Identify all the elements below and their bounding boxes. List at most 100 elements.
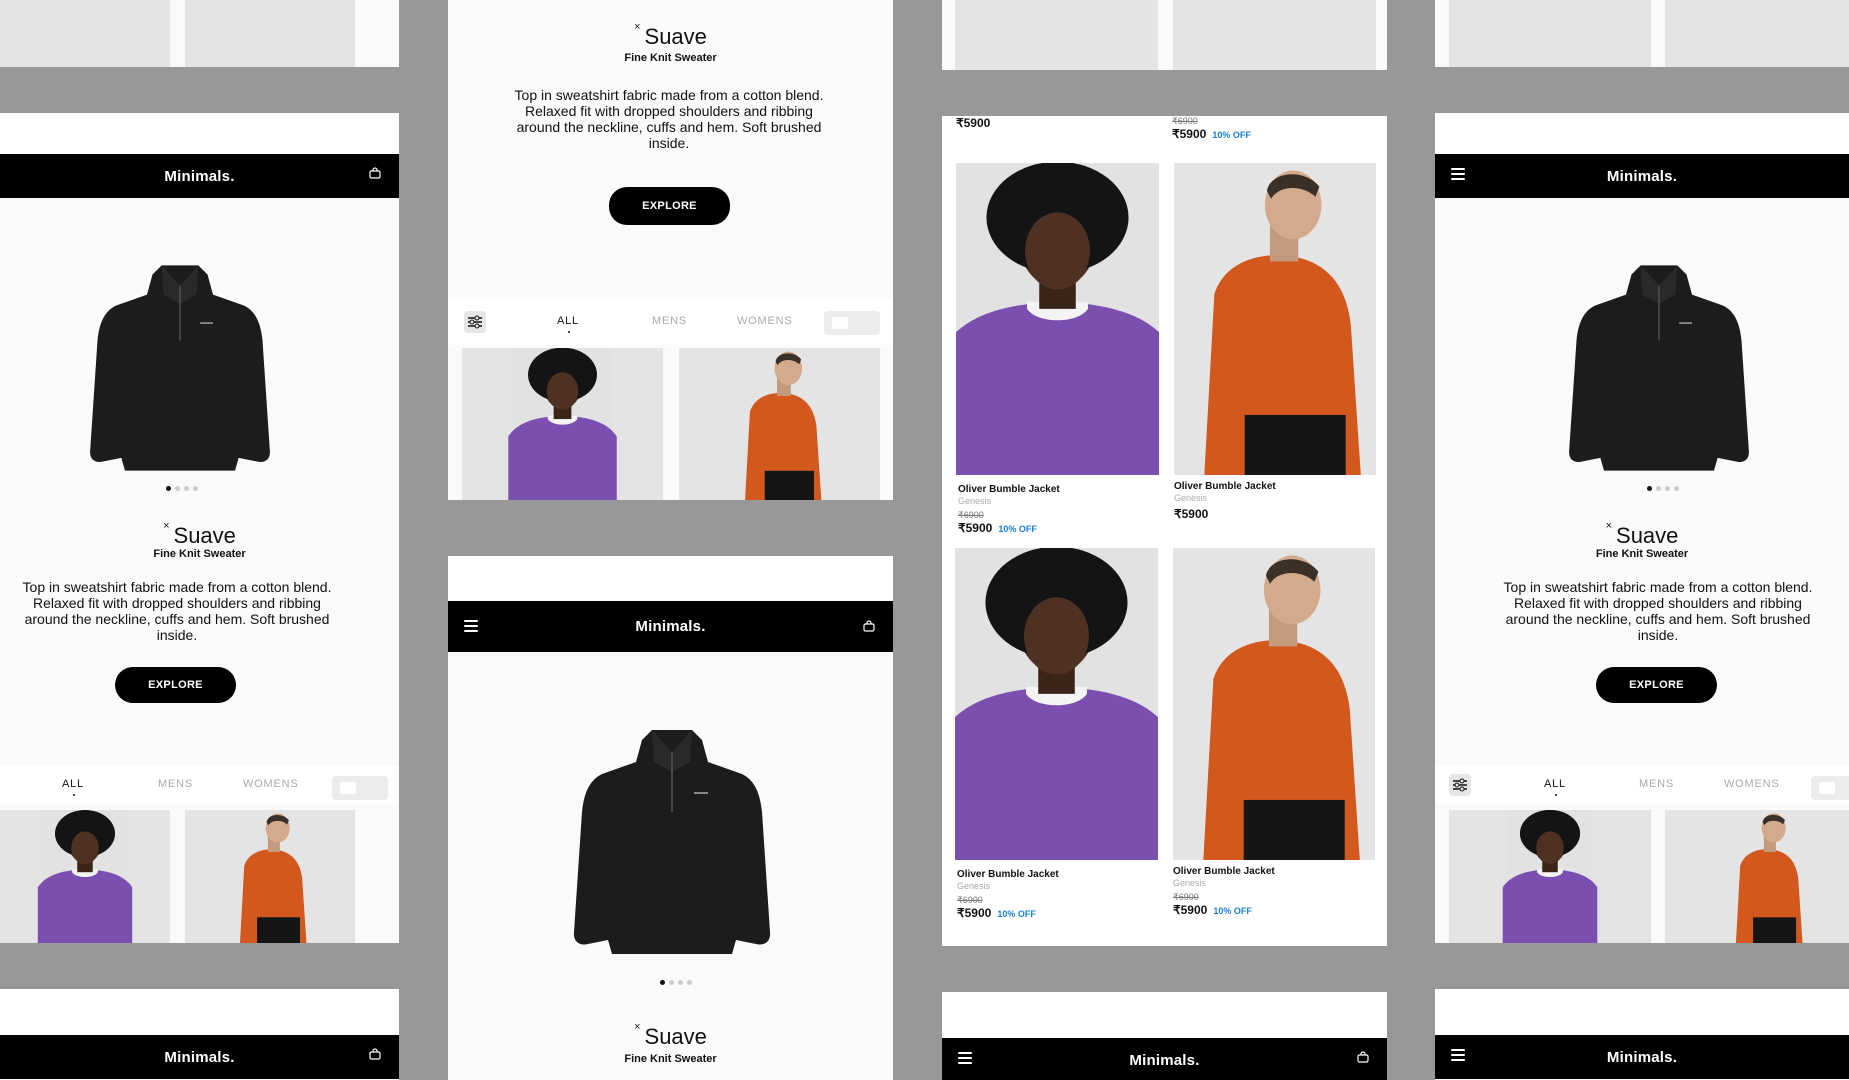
product-photo[interactable]: [1173, 548, 1375, 860]
model-purple-image: [462, 348, 663, 500]
filter-tabs: ALL MENS WOMENS: [448, 299, 893, 345]
product-photo[interactable]: [1665, 0, 1849, 67]
tab-mens[interactable]: MENS: [652, 315, 687, 327]
model-purple-image: [1449, 810, 1651, 943]
product-card-name[interactable]: Oliver Bumble Jacket: [958, 484, 1060, 495]
status-area: [1435, 113, 1849, 154]
model-purple-image: [0, 810, 170, 943]
product-photo[interactable]: [1665, 810, 1849, 943]
discount-badge: 10% OFF: [1213, 906, 1252, 916]
product-screen-next: Minimals.: [942, 992, 1387, 1080]
product-title: × Suave: [1605, 520, 1679, 548]
top-navbar: Minimals.: [942, 1038, 1387, 1080]
price: ₹5900: [1174, 507, 1209, 521]
product-card-brand: Genesis: [1174, 493, 1208, 503]
explore-button[interactable]: EXPLORE: [1596, 667, 1717, 703]
model-orange-image: [185, 0, 355, 67]
screen-column-2: × Suave Fine Knit Sweater Top in sweatshi…: [448, 0, 893, 1080]
brand-logo[interactable]: Minimals.: [1607, 1049, 1677, 1066]
old-price: ₹6900: [957, 895, 983, 905]
brand-logo[interactable]: Minimals.: [1129, 1052, 1199, 1069]
tab-womens[interactable]: WOMENS: [737, 315, 793, 327]
product-photo[interactable]: [185, 0, 355, 67]
toggle-switch[interactable]: [824, 311, 880, 335]
tab-mens[interactable]: MENS: [158, 778, 193, 790]
product-grid-fragment-top: [942, 0, 1387, 70]
product-screen: Minimals. × Suave Fine Knit Sweater Top i…: [1435, 113, 1849, 943]
menu-icon[interactable]: [1451, 168, 1465, 180]
carousel-dots[interactable]: [660, 980, 692, 985]
tab-womens[interactable]: WOMENS: [1724, 778, 1780, 790]
product-photo[interactable]: [1449, 810, 1651, 943]
menu-icon[interactable]: [1451, 1049, 1465, 1061]
top-navbar: Minimals.: [0, 154, 399, 198]
brand-logo[interactable]: Minimals.: [635, 618, 705, 635]
filter-tabs: ALL MENS WOMENS: [1435, 766, 1849, 804]
model-orange-image: [1174, 163, 1376, 475]
screen-column-1: Minimals. × Suave Fine Knit Sweater Top i…: [0, 0, 399, 1080]
bag-icon[interactable]: [1357, 1051, 1369, 1063]
model-orange-image: [1665, 0, 1849, 67]
product-photo[interactable]: [955, 0, 1158, 70]
bag-icon[interactable]: [863, 620, 875, 632]
product-grid-screen: ₹5900 ₹6900 ₹5900 10% OFF Oliver Bumble J…: [942, 116, 1387, 946]
status-area: [942, 992, 1387, 1038]
product-photo[interactable]: [955, 548, 1158, 860]
product-card-name[interactable]: Oliver Bumble Jacket: [1174, 481, 1276, 492]
explore-button[interactable]: EXPLORE: [115, 667, 236, 703]
menu-icon[interactable]: [958, 1052, 972, 1064]
toggle-switch[interactable]: [1811, 776, 1849, 800]
tab-all[interactable]: ALL: [557, 315, 579, 333]
bag-icon[interactable]: [369, 167, 381, 179]
toggle-switch[interactable]: [332, 776, 388, 800]
brand-logo[interactable]: Minimals.: [1607, 168, 1677, 185]
explore-button[interactable]: EXPLORE: [609, 187, 730, 225]
filter-icon[interactable]: [1449, 774, 1471, 796]
product-grid-fragment-top: [1435, 0, 1849, 67]
product-title: × Suave: [163, 520, 236, 548]
carousel-dots[interactable]: [1647, 486, 1679, 491]
product-photo[interactable]: [1449, 0, 1651, 67]
brand-logo[interactable]: Minimals.: [164, 168, 234, 185]
product-screen: Minimals. × Suave Fine Knit Sweater: [448, 556, 893, 1080]
product-photo[interactable]: [1174, 163, 1376, 475]
discount-badge: 10% OFF: [1212, 130, 1251, 140]
bag-icon[interactable]: [369, 1048, 381, 1060]
product-card-name[interactable]: Oliver Bumble Jacket: [1173, 866, 1275, 877]
model-purple-image: [956, 163, 1159, 475]
product-photo[interactable]: [185, 810, 355, 943]
tab-all[interactable]: ALL: [62, 778, 84, 796]
status-area: [0, 113, 399, 154]
model-orange-image: [1665, 810, 1849, 943]
product-photo[interactable]: [956, 163, 1159, 475]
filter-icon[interactable]: [464, 311, 486, 333]
product-screen-next: Minimals.: [1435, 989, 1849, 1080]
model-purple-image: [1449, 0, 1651, 67]
model-orange-image: [1173, 0, 1376, 70]
price: ₹5900 10% OFF: [1172, 127, 1251, 141]
top-navbar: Minimals.: [1435, 1035, 1849, 1079]
price: ₹5900 10% OFF: [1173, 903, 1252, 917]
tab-mens[interactable]: MENS: [1639, 778, 1674, 790]
brand-logo[interactable]: Minimals.: [164, 1049, 234, 1066]
product-title: × Suave: [634, 21, 707, 49]
carousel-dots[interactable]: [166, 486, 198, 491]
status-area: [1435, 989, 1849, 1035]
product-photo[interactable]: [679, 348, 880, 500]
product-subtitle: Fine Knit Sweater: [1595, 548, 1689, 560]
product-photo[interactable]: [462, 348, 663, 500]
old-price: ₹6900: [1173, 892, 1199, 902]
tab-womens[interactable]: WOMENS: [243, 778, 299, 790]
product-card-brand: Genesis: [957, 881, 991, 891]
screen-column-4: Minimals. × Suave Fine Knit Sweater Top i…: [1435, 0, 1849, 1080]
menu-icon[interactable]: [464, 620, 478, 632]
tab-all[interactable]: ALL: [1544, 778, 1566, 796]
status-area: [0, 989, 399, 1035]
product-card-name[interactable]: Oliver Bumble Jacket: [957, 869, 1059, 880]
product-photo[interactable]: [1173, 0, 1376, 70]
product-photo[interactable]: [0, 810, 170, 943]
product-photo[interactable]: [0, 0, 170, 67]
price: ₹5900 10% OFF: [957, 906, 1036, 920]
product-card-brand: Genesis: [1173, 878, 1207, 888]
model-orange-image: [185, 810, 355, 943]
